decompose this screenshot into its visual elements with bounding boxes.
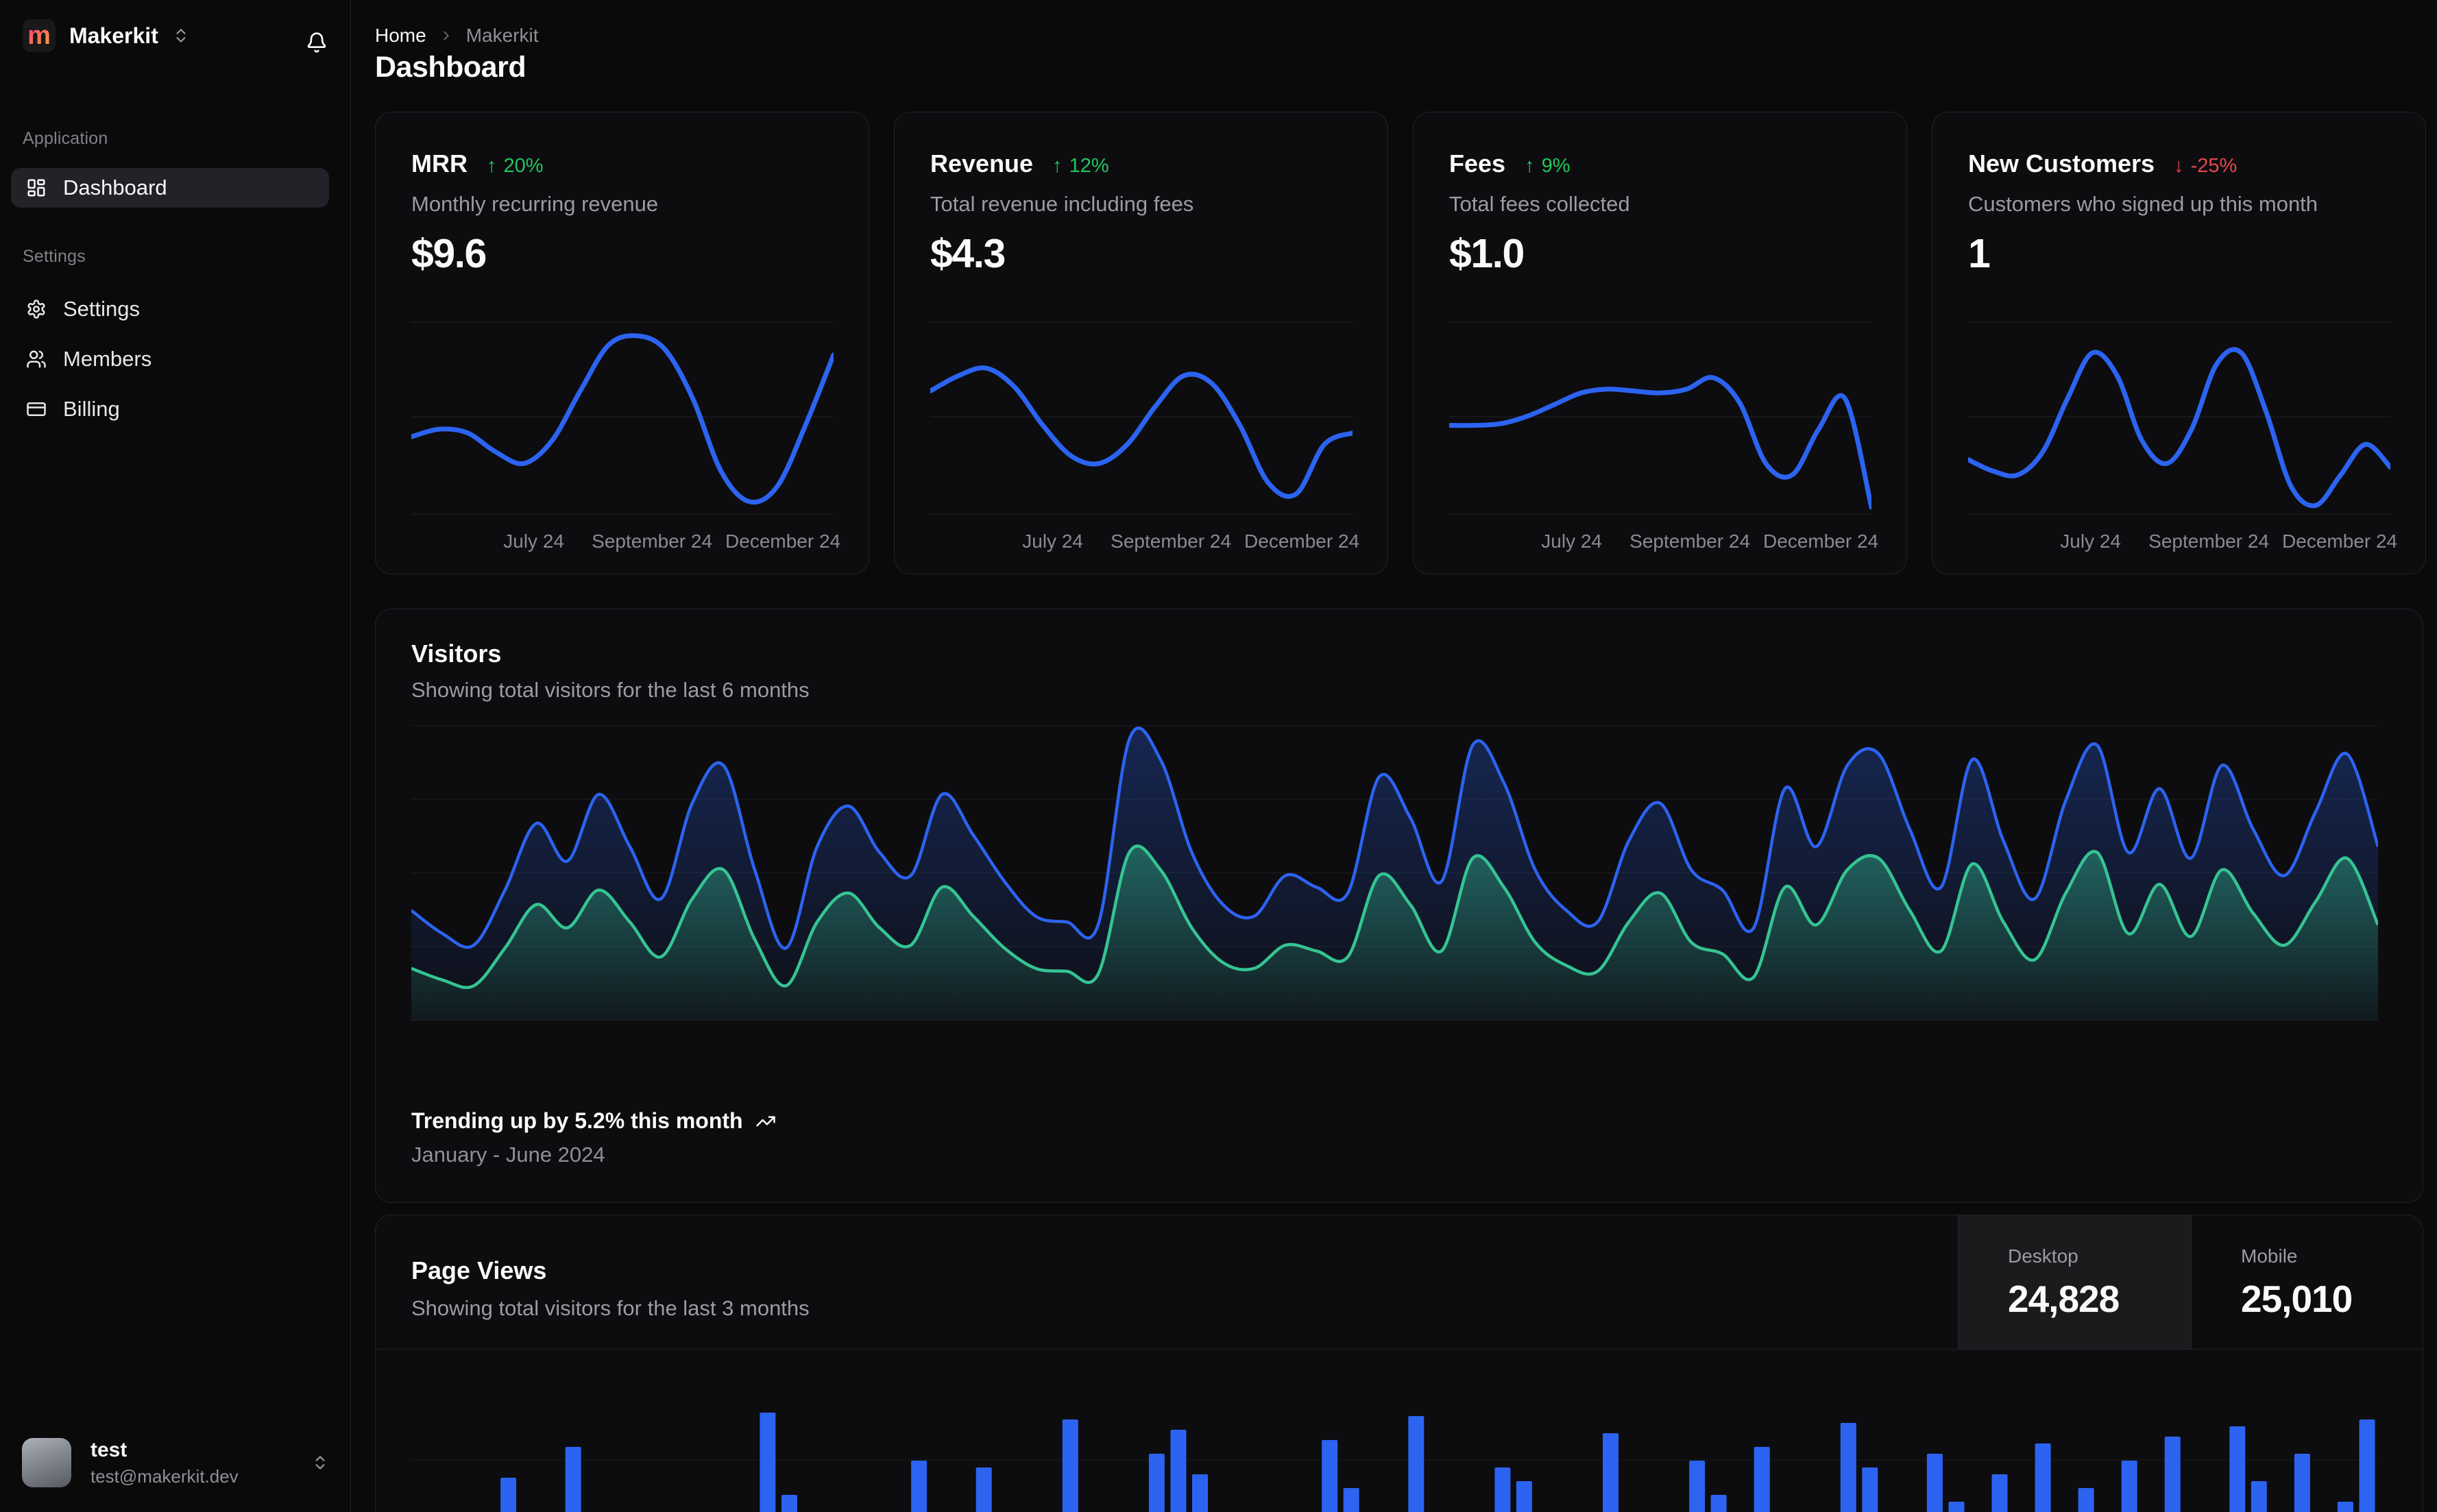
stat-subtitle: Total revenue including fees — [930, 192, 1194, 216]
pageviews-toggle-mobile[interactable]: Mobile 25,010 — [2191, 1215, 2424, 1349]
sidebar-item-label: Dashboard — [63, 175, 167, 199]
x-tick: December 24 — [2282, 531, 2398, 552]
arrow-up-icon: ↑ — [1052, 155, 1063, 177]
stat-value: 24,828 — [2008, 1278, 2120, 1320]
sidebar-item-label: Settings — [63, 297, 141, 321]
x-tick: September 24 — [1629, 531, 1751, 552]
page-title: Dashboard — [375, 51, 526, 84]
stat-value: $4.3 — [930, 231, 1006, 276]
stat-value: $9.6 — [411, 231, 487, 276]
sidebar-item-label: Members — [63, 347, 152, 371]
chevrons-up-down-icon — [311, 1454, 329, 1472]
workspace-name: Makerkit — [69, 23, 158, 48]
trend-badge: ↑ 12% — [1052, 155, 1109, 177]
pageviews-card: Page Views Showing total visitors for th… — [375, 1215, 2423, 1512]
avatar — [22, 1438, 71, 1487]
pageviews-title: Page Views — [411, 1256, 547, 1284]
stat-card-mrr: MRR ↑ 20% Monthly recurring revenue $9.6 … — [375, 112, 869, 574]
user-info: test test@makerkit.dev — [90, 1439, 292, 1487]
trend-badge: ↓ -25% — [2174, 155, 2238, 177]
stat-title: New Customers — [1968, 149, 2155, 178]
workspace-selector[interactable]: m Makerkit — [23, 19, 190, 52]
x-axis-ticks: July 24 September 24 December 24 — [1968, 531, 2397, 552]
x-tick: September 24 — [592, 531, 713, 552]
x-axis-ticks: July 24 September 24 December 24 — [1449, 531, 1878, 552]
breadcrumb-current[interactable]: Makerkit — [466, 25, 539, 47]
stat-card-revenue: Revenue ↑ 12% Total revenue including fee… — [894, 112, 1388, 574]
bell-icon — [306, 32, 328, 53]
visitors-subtitle: Showing total visitors for the last 6 mo… — [411, 678, 810, 702]
x-tick: September 24 — [1111, 531, 1232, 552]
layout-dashboard-icon — [26, 178, 47, 198]
stat-subtitle: Total fees collected — [1449, 192, 1630, 216]
user-menu[interactable]: test test@makerkit.dev — [22, 1437, 329, 1489]
trend-badge: ↑ 9% — [1525, 155, 1571, 177]
x-axis-ticks: July 24 September 24 December 24 — [930, 531, 1359, 552]
stat-label: Mobile — [2241, 1245, 2298, 1267]
user-name: test — [90, 1438, 128, 1461]
stat-label: Desktop — [2008, 1245, 2078, 1267]
arrow-up-icon: ↑ — [1525, 155, 1535, 177]
sidebar-item-settings[interactable]: Settings — [11, 289, 329, 329]
x-tick: December 24 — [1244, 531, 1360, 552]
x-axis-ticks: July 24 September 24 December 24 — [411, 531, 840, 552]
x-tick: December 24 — [1763, 531, 1879, 552]
users-icon — [26, 349, 47, 369]
stat-card-fees: Fees ↑ 9% Total fees collected $1.0 July … — [1413, 112, 1907, 574]
stat-subtitle: Monthly recurring revenue — [411, 192, 659, 216]
stat-title: Revenue — [930, 149, 1034, 178]
stat-title: MRR — [411, 149, 468, 178]
breadcrumb: Home Makerkit — [375, 25, 539, 47]
trending-up-icon — [755, 1111, 776, 1132]
stat-value: 1 — [1968, 231, 1991, 276]
chevron-right-icon — [439, 28, 454, 43]
sidebar: m Makerkit Application Dashboard Setting… — [0, 0, 351, 1512]
pageviews-subtitle: Showing total visitors for the last 3 mo… — [411, 1296, 810, 1320]
credit-card-icon — [26, 399, 47, 419]
stat-value: 25,010 — [2241, 1278, 2353, 1320]
visitors-date-range: January - June 2024 — [411, 1143, 605, 1167]
revenue-sparkline-chart — [930, 321, 1353, 515]
makerkit-logo: m — [23, 19, 56, 52]
stat-subtitle: Customers who signed up this month — [1968, 192, 2318, 216]
gear-icon — [26, 299, 47, 319]
stat-title: Fees — [1449, 149, 1506, 178]
x-tick: July 24 — [503, 531, 564, 552]
pageviews-header: Page Views Showing total visitors for th… — [376, 1215, 2423, 1350]
notifications-button[interactable] — [302, 27, 332, 58]
x-tick: December 24 — [725, 531, 841, 552]
visitors-card: Visitors Showing total visitors for the … — [375, 609, 2423, 1203]
user-email: test@makerkit.dev — [90, 1465, 239, 1487]
sidebar-item-dashboard[interactable]: Dashboard — [11, 168, 329, 208]
nav-section-settings: Settings — [23, 247, 86, 266]
pageviews-bar-chart — [411, 1413, 2378, 1512]
arrow-up-icon: ↑ — [486, 155, 497, 177]
pageviews-toggle-desktop[interactable]: Desktop 24,828 — [1958, 1215, 2191, 1349]
arrow-down-icon: ↓ — [2174, 155, 2184, 177]
stat-value: $1.0 — [1449, 231, 1525, 276]
visitors-trend-note: Trending up by 5.2% this month — [411, 1108, 776, 1134]
x-tick: July 24 — [1541, 531, 1602, 552]
sidebar-item-members[interactable]: Members — [11, 339, 329, 379]
stat-card-new-customers: New Customers ↓ -25% Customers who signed… — [1932, 112, 2426, 574]
new-customers-sparkline-chart — [1968, 321, 2390, 515]
x-tick: July 24 — [2060, 531, 2121, 552]
fees-sparkline-chart — [1449, 321, 1871, 515]
visitors-title: Visitors — [411, 639, 502, 668]
sidebar-item-billing[interactable]: Billing — [11, 389, 329, 429]
sidebar-item-label: Billing — [63, 397, 120, 421]
trend-badge: ↑ 20% — [486, 155, 544, 177]
nav-section-application: Application — [23, 129, 108, 148]
x-tick: September 24 — [2148, 531, 2270, 552]
breadcrumb-home-link[interactable]: Home — [375, 25, 426, 47]
chevrons-up-down-icon — [172, 27, 190, 45]
mrr-sparkline-chart — [411, 321, 834, 515]
x-tick: July 24 — [1022, 531, 1083, 552]
visitors-area-chart — [411, 725, 2378, 1021]
